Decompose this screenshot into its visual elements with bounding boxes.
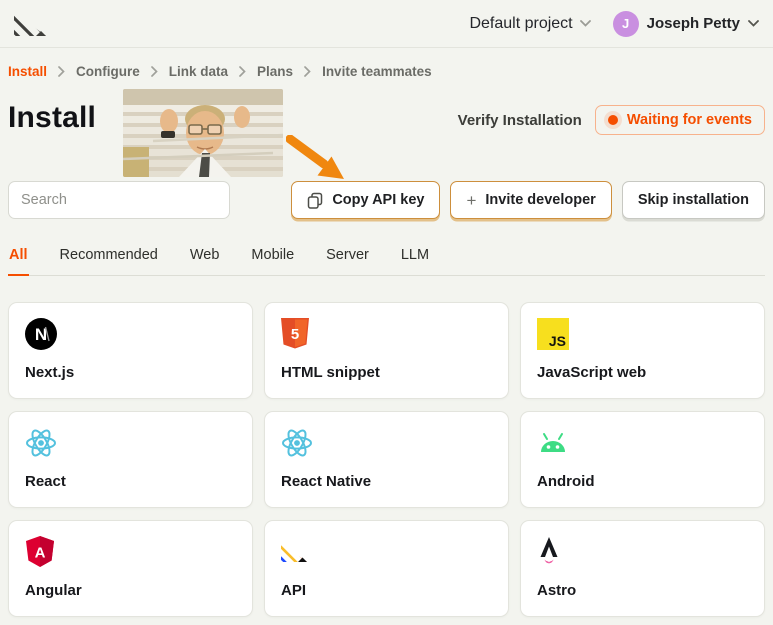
topbar-right: Default project J Joseph Petty (469, 11, 759, 37)
user-name: Joseph Petty (647, 15, 740, 32)
chevron-right-icon (58, 66, 65, 77)
tab-web[interactable]: Web (189, 241, 221, 276)
main-content: Install Configure Link data Plans Invite… (0, 48, 773, 617)
posthog-icon (281, 536, 313, 568)
sdk-grid: N Next.js 5 HTML snippet (8, 302, 765, 617)
install-page: Default project J Joseph Petty Install C… (0, 0, 773, 625)
meme-image (123, 89, 283, 177)
status-badge-label: Waiting for events (627, 112, 752, 128)
card-android[interactable]: Android (520, 411, 765, 508)
tab-mobile[interactable]: Mobile (250, 241, 295, 276)
android-icon (537, 427, 569, 459)
tab-bar: All Recommended Web Mobile Server LLM (8, 241, 765, 276)
invite-developer-button[interactable]: + Invite developer (450, 181, 611, 219)
breadcrumb: Install Configure Link data Plans Invite… (8, 48, 765, 87)
react-icon (281, 427, 313, 459)
card-label: Android (537, 473, 748, 490)
top-bar: Default project J Joseph Petty (0, 0, 773, 48)
card-nextjs[interactable]: N Next.js (8, 302, 253, 399)
copy-api-key-button[interactable]: Copy API key (291, 181, 440, 219)
posthog-logo-icon[interactable] (14, 12, 46, 36)
tab-llm[interactable]: LLM (400, 241, 430, 276)
plus-icon: + (466, 192, 476, 209)
status-dot-icon (608, 115, 618, 125)
breadcrumb-install[interactable]: Install (8, 64, 47, 79)
copy-api-key-label: Copy API key (332, 192, 424, 208)
verify-installation-label: Verify Installation (458, 112, 582, 129)
status-badge: Waiting for events (595, 105, 765, 135)
svg-text:JS: JS (549, 333, 566, 349)
react-icon (25, 427, 57, 459)
breadcrumb-plans[interactable]: Plans (257, 64, 293, 79)
astro-icon (537, 536, 569, 568)
invite-developer-label: Invite developer (485, 192, 595, 208)
search-input[interactable] (8, 181, 230, 219)
card-react-native[interactable]: React Native (264, 411, 509, 508)
project-selector[interactable]: Default project (469, 15, 590, 33)
nextjs-icon: N (25, 318, 57, 350)
chevron-right-icon (151, 66, 158, 77)
project-name: Default project (469, 15, 572, 33)
card-label: HTML snippet (281, 364, 492, 381)
breadcrumb-link-data[interactable]: Link data (169, 64, 228, 79)
card-label: JavaScript web (537, 364, 748, 381)
card-javascript-web[interactable]: JS JavaScript web (520, 302, 765, 399)
javascript-icon: JS (537, 318, 569, 350)
tab-recommended[interactable]: Recommended (59, 241, 159, 276)
skip-installation-label: Skip installation (638, 192, 749, 208)
tab-all[interactable]: All (8, 241, 29, 276)
angular-icon: A (25, 536, 57, 568)
card-label: Next.js (25, 364, 236, 381)
card-label: Angular (25, 582, 236, 599)
card-label: API (281, 582, 492, 599)
user-menu[interactable]: J Joseph Petty (613, 11, 759, 37)
card-api[interactable]: API (264, 520, 509, 617)
chevron-down-icon (580, 20, 591, 27)
breadcrumb-invite-teammates[interactable]: Invite teammates (322, 64, 432, 79)
copy-icon (307, 192, 323, 209)
avatar: J (613, 11, 639, 37)
card-astro[interactable]: Astro (520, 520, 765, 617)
card-label: React (25, 473, 236, 490)
actions-row: Copy API key + Invite developer Skip ins… (8, 181, 765, 219)
breadcrumb-configure[interactable]: Configure (76, 64, 140, 79)
svg-text:5: 5 (291, 326, 299, 343)
tab-server[interactable]: Server (325, 241, 370, 276)
card-angular[interactable]: A Angular (8, 520, 253, 617)
card-html-snippet[interactable]: 5 HTML snippet (264, 302, 509, 399)
chevron-right-icon (304, 66, 311, 77)
chevron-right-icon (239, 66, 246, 77)
card-label: React Native (281, 473, 492, 490)
arrow-annotation-icon (286, 135, 352, 183)
verify-cluster: Verify Installation Waiting for events (458, 105, 765, 135)
card-label: Astro (537, 582, 748, 599)
card-react[interactable]: React (8, 411, 253, 508)
svg-text:A: A (35, 545, 46, 562)
skip-installation-button[interactable]: Skip installation (622, 181, 765, 219)
html5-icon: 5 (281, 318, 313, 350)
chevron-down-icon (748, 20, 759, 27)
title-row: Install (8, 87, 765, 179)
